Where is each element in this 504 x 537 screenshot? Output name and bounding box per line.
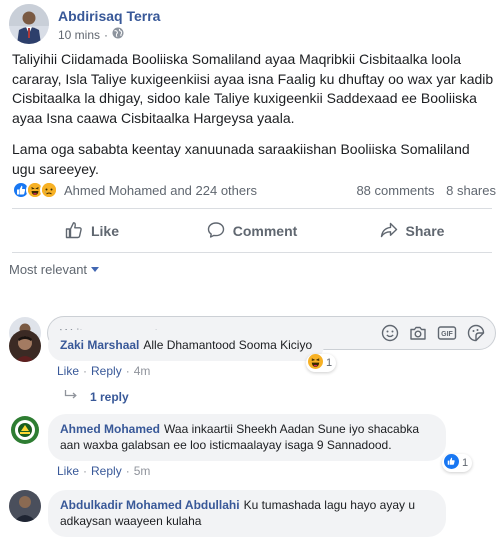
comment-like-link[interactable]: Like	[57, 364, 79, 378]
post-paragraph: Taliyihii Ciidamada Booliiska Somaliland…	[12, 51, 494, 126]
emoji-icon[interactable]	[381, 324, 399, 342]
comment-bubble: Zaki Marshaal Alle Dhamantood Sooma Kiciy…	[48, 330, 325, 361]
like-button[interactable]: Like	[12, 214, 172, 248]
post-body: Taliyihii Ciidamada Booliiska Somaliland…	[12, 50, 496, 191]
comment-item: Abdulkadir Mohamed Abdullahi Ku tumashada…	[9, 490, 446, 537]
commenter-name[interactable]: Zaki Marshaal	[60, 338, 139, 352]
reaction-names[interactable]: Ahmed Mohamed and 224 others	[64, 183, 348, 198]
share-button[interactable]: Share	[332, 214, 492, 248]
share-label: Share	[405, 223, 445, 239]
replies-label: 1 reply	[90, 389, 129, 404]
separator: ·	[83, 464, 88, 478]
post-header: Abdirisaq Terra 10 mins ·	[9, 4, 160, 44]
comment-time[interactable]: 4m	[134, 364, 151, 378]
reply-arrow-icon	[64, 389, 90, 404]
comment-bubble: Abdulkadir Mohamed Abdullahi Ku tumashada…	[48, 490, 446, 537]
comment-label: Comment	[232, 223, 298, 239]
comment-item: Ahmed Mohamed Waa inkaartii Sheekh Aadan …	[9, 414, 446, 461]
like-reaction-icon	[444, 454, 459, 472]
commenter-avatar[interactable]	[9, 490, 41, 522]
comment-icon	[207, 221, 233, 242]
view-replies-link[interactable]: 1 reply	[64, 389, 129, 404]
like-label: Like	[90, 223, 119, 239]
sad-reaction-icon[interactable]	[40, 181, 58, 199]
sticker-icon[interactable]	[467, 324, 485, 342]
caret-down-icon	[91, 267, 100, 272]
comment-bubble: Ahmed Mohamed Waa inkaartii Sheekh Aadan …	[48, 414, 446, 461]
comment-reaction-badge[interactable]: 1	[442, 454, 473, 472]
author-avatar[interactable]	[9, 4, 49, 44]
comment-actions: Like · Reply · 4m	[57, 364, 150, 378]
gif-icon[interactable]: GIF	[437, 324, 457, 342]
post-actions: Like Comment Share	[12, 214, 492, 248]
divider	[12, 252, 492, 253]
shares-count[interactable]: 8 shares	[446, 183, 496, 198]
haha-reaction-icon	[308, 354, 323, 372]
meta-separator: ·	[104, 27, 109, 42]
commenter-avatar[interactable]	[9, 330, 41, 362]
separator: ·	[83, 364, 88, 378]
author-name[interactable]: Abdirisaq Terra	[58, 7, 160, 25]
comment-sort-dropdown[interactable]: Most relevant	[9, 262, 100, 277]
camera-icon[interactable]	[409, 324, 427, 342]
sort-label: Most relevant	[9, 262, 88, 277]
comment-actions: Like · Reply · 5m	[57, 464, 150, 478]
divider	[12, 208, 492, 209]
commenter-name[interactable]: Abdulkadir Mohamed Abdullahi	[60, 498, 240, 512]
comments-count[interactable]: 88 comments	[356, 183, 434, 198]
comment-button[interactable]: Comment	[172, 214, 332, 248]
separator: ·	[125, 364, 130, 378]
post-time[interactable]: 10 mins	[58, 28, 100, 42]
separator: ·	[125, 464, 130, 478]
comment-like-link[interactable]: Like	[57, 464, 79, 478]
reaction-count: 1	[326, 357, 333, 369]
post-paragraph: Lama oga sababta keentay xanuunada saraa…	[12, 141, 470, 177]
comment-text: Alle Dhamantood Sooma Kiciyo	[143, 338, 313, 352]
commenter-name[interactable]: Ahmed Mohamed	[60, 422, 160, 436]
svg-text:GIF: GIF	[441, 331, 453, 338]
globe-icon	[112, 27, 124, 42]
comment-item: Zaki Marshaal Alle Dhamantood Sooma Kiciy…	[9, 330, 325, 362]
thumbs-up-icon	[65, 221, 91, 242]
reaction-count: 1	[462, 457, 469, 469]
comment-reply-link[interactable]: Reply	[91, 364, 122, 378]
reactions-summary: Ahmed Mohamed and 224 others 88 comments…	[12, 180, 496, 200]
comment-reaction-badge[interactable]: 1	[306, 354, 337, 372]
comment-reply-link[interactable]: Reply	[91, 464, 122, 478]
commenter-avatar[interactable]	[9, 414, 41, 446]
comment-time[interactable]: 5m	[134, 464, 151, 478]
share-icon	[380, 221, 406, 242]
